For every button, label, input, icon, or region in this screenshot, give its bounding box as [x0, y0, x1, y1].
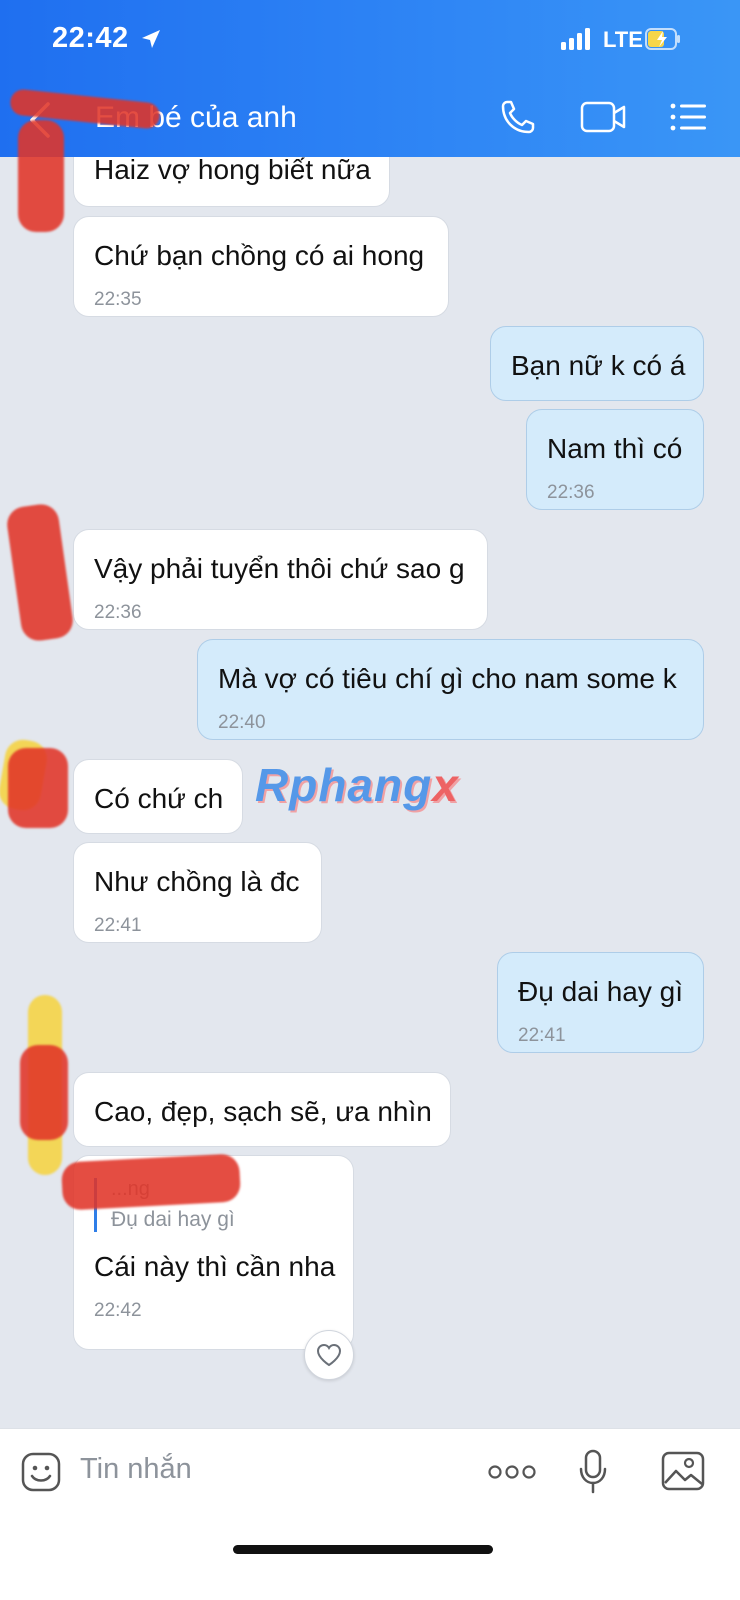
message-time: 22:41 — [518, 1025, 566, 1046]
message-bubble-incoming[interactable]: Có chứ ch — [73, 759, 243, 834]
sticker-emoji-icon[interactable] — [20, 1451, 62, 1493]
message-bubble-incoming[interactable]: Chứ bạn chồng có ai hong 22:35 — [73, 216, 449, 317]
react-heart-button[interactable] — [304, 1330, 354, 1380]
message-time: 22:36 — [94, 602, 142, 623]
redaction-mark — [4, 502, 76, 643]
more-options-icon[interactable] — [488, 1463, 536, 1481]
signal-icon — [561, 28, 590, 50]
menu-list-icon[interactable] — [668, 97, 708, 137]
battery-charging-icon — [645, 28, 680, 50]
network-label: LTE — [603, 27, 643, 52]
message-time: 22:36 — [547, 482, 595, 503]
location-arrow-icon — [142, 30, 160, 48]
watermark-logo: Rphangx — [255, 759, 459, 811]
image-gallery-icon[interactable] — [661, 1451, 705, 1491]
chat-header: 22:42 LTE Em bé của anh — [0, 0, 740, 157]
microphone-icon[interactable] — [578, 1449, 608, 1495]
heart-icon — [316, 1343, 342, 1367]
message-bubble-outgoing[interactable]: Bạn nữ k có á — [490, 326, 704, 401]
message-time: 22:40 — [218, 712, 266, 733]
message-input-bar: Tin nhắn — [0, 1428, 740, 1600]
redaction-mark — [60, 1153, 242, 1211]
phone-icon[interactable] — [498, 97, 538, 137]
message-bubble-incoming[interactable]: Vậy phải tuyển thôi chứ sao g 22:36 — [73, 529, 488, 630]
message-bubble-outgoing[interactable]: Nam thì có 22:36 — [526, 409, 704, 510]
message-bubble-incoming[interactable]: Cao, đẹp, sạch sẽ, ưa nhìn — [73, 1072, 451, 1147]
message-time: 22:35 — [94, 289, 142, 310]
redaction-mark — [18, 120, 64, 232]
redaction-mark — [8, 748, 68, 828]
status-time: 22:42 — [52, 22, 129, 54]
message-bubble-outgoing[interactable]: Đụ dai hay gì 22:41 — [497, 952, 704, 1053]
message-time: 22:42 — [94, 1300, 142, 1321]
redaction-mark — [20, 1045, 68, 1140]
message-time: 22:41 — [94, 915, 142, 936]
message-bubble-incoming[interactable]: Như chồng là đc 22:41 — [73, 842, 322, 943]
video-call-icon[interactable] — [580, 97, 626, 137]
message-bubble-outgoing[interactable]: Mà vợ có tiêu chí gì cho nam some k 22:4… — [197, 639, 704, 740]
home-indicator[interactable] — [233, 1545, 493, 1554]
message-input[interactable]: Tin nhắn — [80, 1453, 192, 1486]
reply-quoted-text: Đụ dai hay gì — [111, 1208, 235, 1231]
